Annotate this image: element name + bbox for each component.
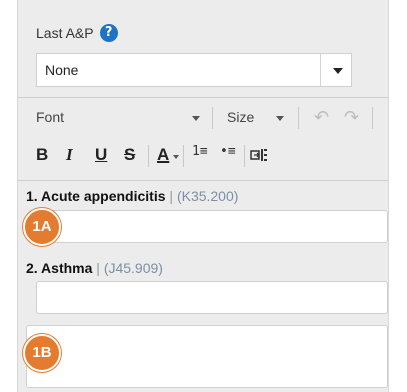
last-ap-selected-value: None bbox=[45, 62, 79, 78]
numbered-list-icon[interactable]: 1≡ bbox=[192, 145, 208, 158]
toolbar-separator bbox=[183, 145, 184, 167]
redo-icon[interactable]: ↷ bbox=[344, 107, 359, 128]
diagnosis-1-input[interactable] bbox=[36, 210, 388, 243]
chevron-down-icon[interactable] bbox=[333, 68, 343, 74]
diagnosis-1-code: (K35.200) bbox=[176, 188, 239, 204]
underline-button[interactable]: U bbox=[95, 145, 107, 165]
insert-template-icon[interactable] bbox=[250, 147, 268, 163]
editor-toolbar-row2: B I U S A 1≡ •≡ bbox=[36, 145, 386, 171]
select-divider bbox=[320, 54, 321, 86]
editor-toolbar-row1: Font Size ↶ ↷ bbox=[36, 107, 386, 131]
diagnosis-2-separator: | bbox=[96, 260, 100, 276]
diagnosis-2-code: (J45.909) bbox=[103, 260, 163, 276]
strikethrough-button[interactable]: S bbox=[124, 145, 135, 165]
plan-notes-textarea[interactable] bbox=[26, 325, 388, 388]
diagnosis-1-name: 1. Acute appendicitis bbox=[26, 188, 166, 204]
last-ap-label: Last A&P bbox=[36, 25, 94, 41]
toolbar-separator bbox=[372, 107, 373, 129]
diagnosis-2-label: 2. Asthma | (J45.909) bbox=[26, 260, 163, 276]
font-family-dropdown[interactable]: Font bbox=[36, 109, 64, 125]
assessment-plan-panel: Last A&P ? None Font Size ↶ ↷ B I U S A … bbox=[17, 0, 389, 392]
diagnosis-2-input[interactable] bbox=[36, 281, 388, 314]
divider bbox=[18, 180, 388, 181]
toolbar-separator bbox=[212, 107, 213, 129]
font-dropdown-caret-icon[interactable] bbox=[192, 116, 200, 121]
divider bbox=[18, 97, 388, 98]
italic-button[interactable]: I bbox=[66, 145, 73, 165]
undo-icon[interactable]: ↶ bbox=[314, 107, 329, 128]
bulleted-list-icon[interactable]: •≡ bbox=[220, 145, 236, 158]
font-color-button[interactable]: A bbox=[157, 145, 169, 165]
diagnosis-2-name: 2. Asthma bbox=[26, 260, 93, 276]
help-icon[interactable]: ? bbox=[99, 24, 118, 42]
last-ap-select[interactable]: None bbox=[36, 53, 352, 87]
callout-badge-1a: 1A bbox=[23, 208, 61, 246]
toolbar-separator bbox=[298, 107, 299, 129]
font-size-dropdown[interactable]: Size bbox=[227, 109, 254, 125]
font-color-caret-icon[interactable] bbox=[173, 155, 179, 159]
toolbar-separator bbox=[244, 145, 245, 167]
bold-button[interactable]: B bbox=[36, 145, 48, 165]
toolbar-separator bbox=[148, 145, 149, 167]
last-ap-header: Last A&P ? bbox=[36, 24, 118, 42]
diagnosis-1-label: 1. Acute appendicitis | (K35.200) bbox=[26, 188, 238, 204]
callout-badge-1b: 1B bbox=[23, 334, 61, 372]
size-dropdown-caret-icon[interactable] bbox=[276, 116, 284, 121]
diagnosis-1-separator: | bbox=[169, 188, 174, 204]
